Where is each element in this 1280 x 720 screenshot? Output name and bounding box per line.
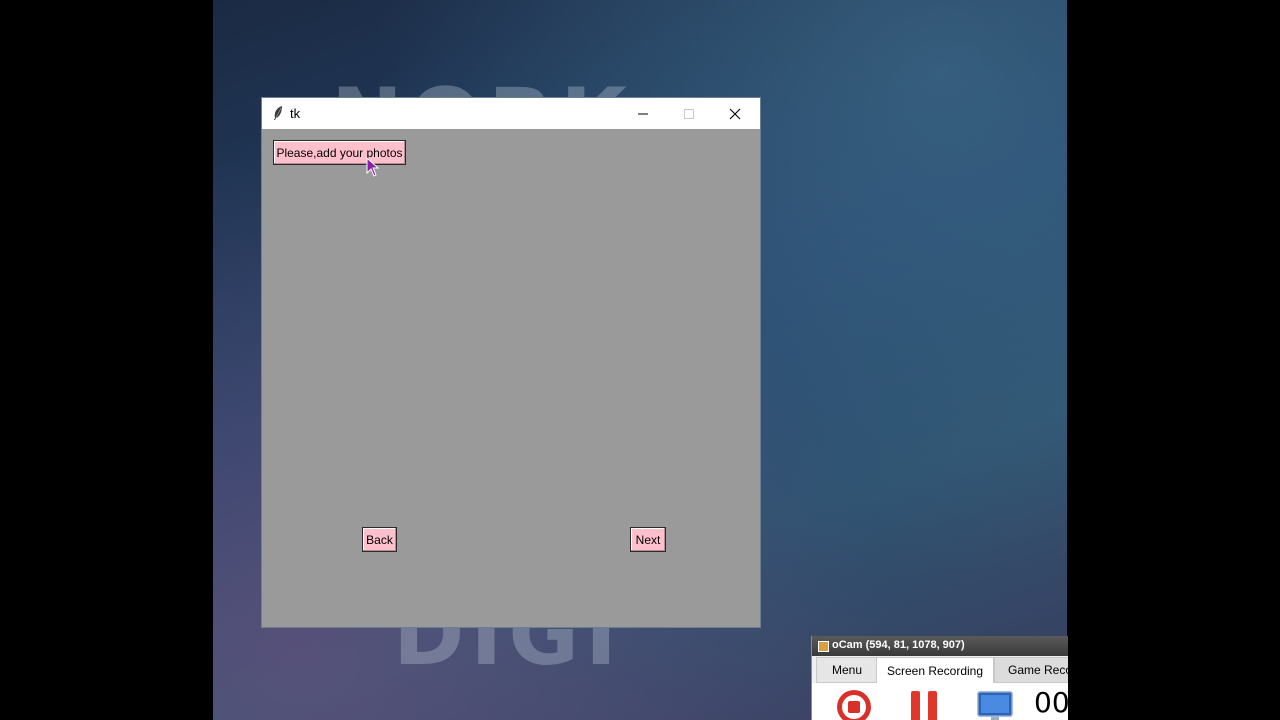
add-photos-button[interactable]: Please,add your photos — [273, 140, 406, 165]
tk-window: tk Please,add your photos Back Next — [262, 98, 760, 627]
screen-icon[interactable] — [977, 689, 1013, 720]
next-button[interactable]: Next — [630, 527, 666, 552]
maximize-icon — [684, 108, 694, 119]
feather-icon — [274, 106, 282, 120]
minimize-button[interactable] — [620, 98, 666, 129]
record-icon[interactable] — [836, 689, 872, 720]
mouse-cursor-icon — [366, 157, 380, 177]
ocam-app-icon — [818, 641, 829, 652]
maximize-button[interactable] — [666, 98, 712, 129]
recording-timer: 00 — [1034, 686, 1068, 719]
window-title: tk — [290, 106, 301, 121]
ocam-title-bar[interactable]: oCam (594, 81, 1078, 907) — [812, 636, 1068, 656]
title-bar[interactable]: tk — [262, 98, 760, 129]
ocam-title: oCam (594, 81, 1078, 907) — [832, 639, 965, 651]
ocam-window: oCam (594, 81, 1078, 907) Menu Screen Re… — [811, 636, 1068, 720]
close-icon — [729, 108, 741, 119]
back-button[interactable]: Back — [362, 527, 397, 552]
tab-screen-recording[interactable]: Screen Recording — [876, 657, 994, 683]
close-button[interactable] — [712, 98, 758, 129]
ocam-toolbar: 00 — [812, 683, 1068, 720]
minimize-icon — [638, 113, 648, 114]
pause-icon[interactable] — [909, 689, 939, 720]
tab-menu[interactable]: Menu — [816, 657, 878, 683]
tab-game-recording[interactable]: Game Reco — [994, 657, 1068, 683]
